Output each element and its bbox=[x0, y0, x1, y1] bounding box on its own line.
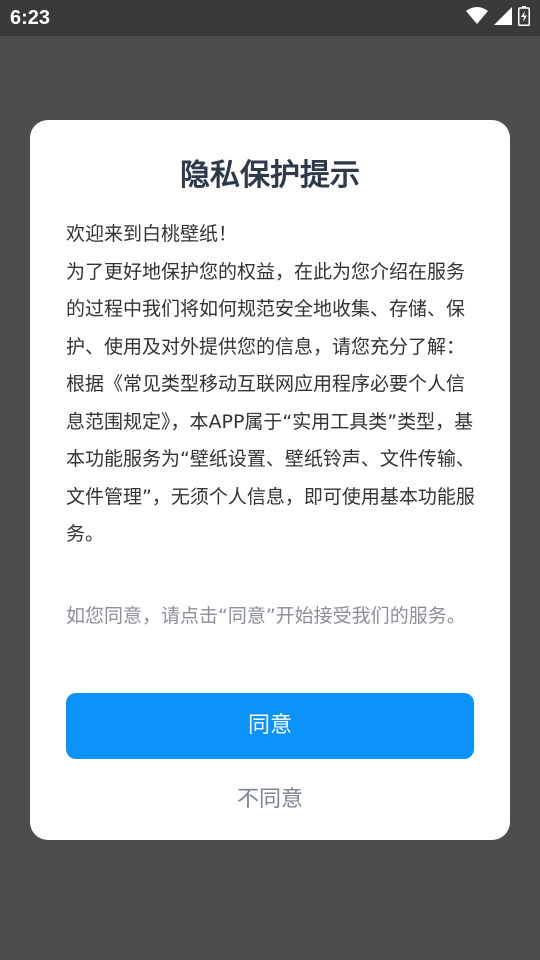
privacy-dialog: 隐私保护提示 欢迎来到白桃壁纸！ 为了更好地保护您的权益，在此为您介绍在服务的过… bbox=[30, 120, 510, 840]
agree-button[interactable]: 同意 bbox=[66, 693, 474, 759]
status-time: 6:23 bbox=[10, 7, 51, 29]
status-bar: 6:23 bbox=[0, 0, 540, 36]
battery-icon bbox=[518, 6, 530, 30]
dialog-title: 隐私保护提示 bbox=[180, 158, 360, 193]
body-paragraph-rules: 根据《常见类型移动互联网应用程序必要个人信息范围规定》，本APP属于“实用工具类… bbox=[66, 373, 475, 545]
body-paragraph-welcome: 欢迎来到白桃壁纸！ bbox=[66, 223, 238, 245]
body-paragraph-intro: 为了更好地保护您的权益，在此为您介绍在服务的过程中我们将如何规范安全地收集、存储… bbox=[66, 260, 466, 358]
disagree-button[interactable]: 不同意 bbox=[66, 780, 474, 820]
wifi-icon bbox=[466, 7, 488, 29]
dialog-body-scroll[interactable]: 欢迎来到白桃壁纸！ 为了更好地保护您的权益，在此为您介绍在服务的过程中我们将如何… bbox=[66, 216, 476, 578]
consent-note: 如您同意，请点击“同意”开始接受我们的服务。 bbox=[66, 605, 466, 627]
signal-icon bbox=[494, 7, 512, 29]
status-icons bbox=[466, 6, 530, 30]
